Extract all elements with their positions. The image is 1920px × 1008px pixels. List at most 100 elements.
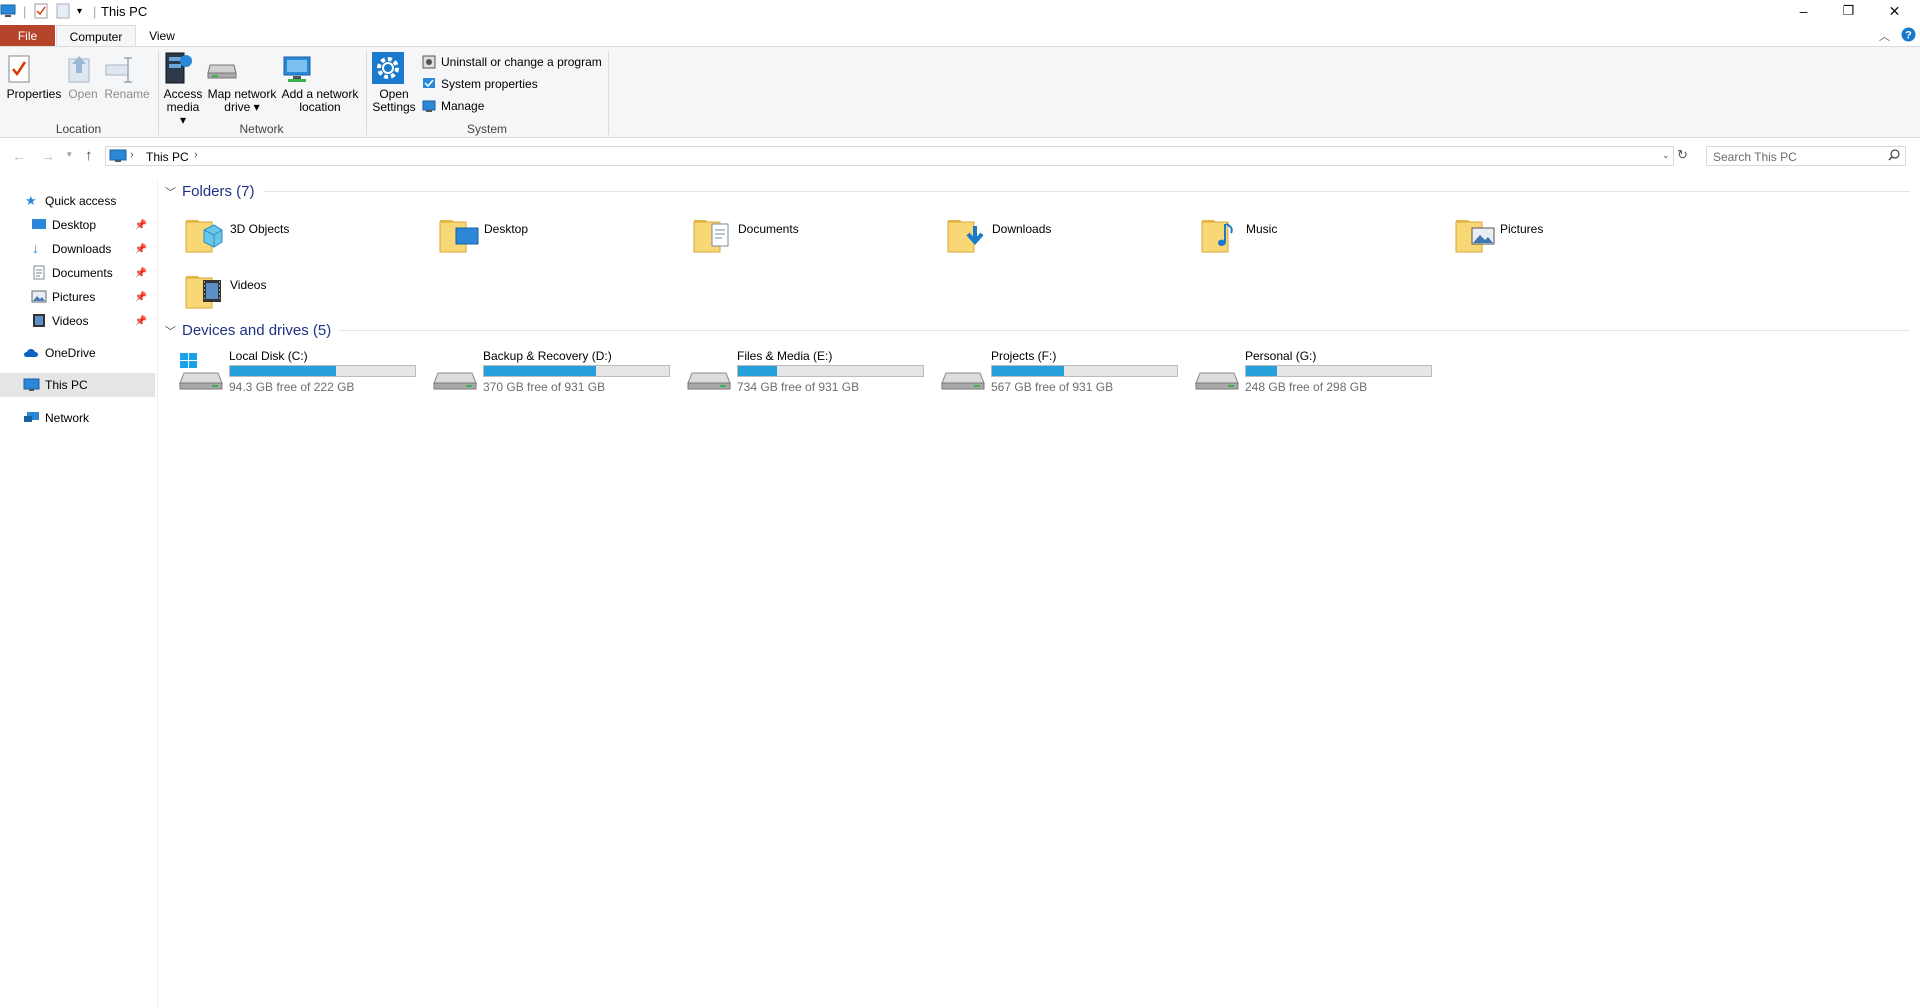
address-bar[interactable]: › This PC › ⌄ [105, 146, 1674, 166]
folder-item[interactable]: Music [1198, 210, 1438, 262]
nav-downloads[interactable]: ↓ Downloads 📌 [0, 237, 155, 261]
access-media-button[interactable]: Access media ▾ [162, 51, 204, 127]
desktop-folder-icon [436, 212, 480, 256]
ribbon: Properties Open Rename Location Access m… [0, 46, 1920, 138]
properties-quick-icon[interactable] [34, 3, 48, 19]
this-pc-app-icon [0, 3, 16, 19]
up-arrow-icon[interactable]: ↑ [85, 147, 93, 164]
folder-item[interactable]: Desktop [436, 210, 676, 262]
add-network-location-icon [281, 51, 359, 85]
3d-objects-folder-icon [182, 212, 226, 256]
collapse-chevron-icon[interactable]: ﹀ [165, 184, 176, 200]
restore-button[interactable]: ❐ [1826, 0, 1871, 22]
breadcrumb-chevron-icon[interactable]: › [130, 149, 134, 161]
uninstall-program-button[interactable]: Uninstall or change a program [422, 55, 602, 69]
search-input[interactable]: Search This PC [1706, 146, 1906, 166]
toolbar-separator: | [93, 3, 97, 19]
rename-button[interactable]: Rename [104, 53, 150, 101]
pin-icon[interactable]: 📌 [135, 220, 147, 231]
folder-label: Documents [738, 222, 799, 236]
close-button[interactable]: ✕ [1872, 0, 1917, 22]
videos-icon [32, 313, 46, 328]
hard-drive-icon [432, 351, 478, 393]
folder-label: Music [1246, 222, 1278, 236]
new-folder-quick-icon[interactable] [56, 3, 70, 19]
folder-item[interactable]: Videos [182, 266, 422, 318]
manage-button[interactable]: Manage [422, 99, 484, 113]
recent-locations-icon[interactable]: ▾ [67, 149, 72, 160]
help-icon[interactable]: ? [1901, 27, 1916, 42]
breadcrumb-this-pc[interactable]: This PC [146, 150, 189, 164]
star-icon: ★ [25, 193, 37, 208]
folders-section-header[interactable]: ﹀ Folders (7) [165, 183, 1910, 200]
drive-item[interactable]: Projects (F:) 567 GB free of 931 GB [940, 347, 1190, 397]
open-button[interactable]: Open [66, 53, 100, 101]
network-drive-icon [206, 51, 278, 85]
drives-section-header[interactable]: ﹀ Devices and drives (5) [165, 322, 1910, 339]
collapse-chevron-icon[interactable]: ﹀ [165, 323, 176, 339]
folder-label: Pictures [1500, 222, 1544, 236]
drive-usage-bar [483, 365, 670, 377]
window-title: This PC [101, 4, 148, 19]
properties-button[interactable]: Properties [6, 53, 62, 101]
address-history-dropdown-icon[interactable]: ⌄ [1662, 150, 1670, 161]
drive-free-space: 370 GB free of 931 GB [483, 380, 606, 394]
access-media-icon [162, 51, 204, 85]
pin-icon[interactable]: 📌 [135, 292, 147, 303]
map-network-drive-button[interactable]: Map network drive ▾ [206, 51, 278, 114]
folder-label: Downloads [992, 222, 1052, 236]
drive-usage-fill [738, 366, 778, 376]
settings-gear-icon [371, 51, 417, 85]
folder-item[interactable]: 3D Objects [182, 210, 422, 262]
nav-videos[interactable]: Videos 📌 [0, 309, 155, 333]
folder-item[interactable]: Pictures [1452, 210, 1692, 262]
drive-usage-fill [1246, 366, 1278, 376]
pin-icon[interactable]: 📌 [135, 244, 147, 255]
music-folder-icon [1198, 212, 1242, 256]
drive-name: Personal (G:) [1245, 349, 1317, 363]
nav-documents[interactable]: Documents 📌 [0, 261, 155, 285]
tab-view[interactable]: View [140, 25, 184, 46]
refresh-icon[interactable]: ↻ [1677, 147, 1688, 163]
drive-item[interactable]: Files & Media (E:) 734 GB free of 931 GB [686, 347, 936, 397]
search-icon[interactable] [1888, 149, 1900, 161]
pictures-icon [31, 290, 47, 303]
pin-icon[interactable]: 📌 [135, 268, 147, 279]
breadcrumb-chevron-icon[interactable]: › [194, 149, 198, 161]
nav-quick-access[interactable]: ★ Quick access [0, 189, 155, 213]
minimize-button[interactable]: – [1781, 0, 1826, 22]
nav-desktop[interactable]: Desktop 📌 [0, 213, 155, 237]
nav-onedrive[interactable]: OneDrive [0, 341, 155, 365]
open-settings-button[interactable]: Open Settings [371, 51, 417, 114]
drive-usage-bar [1245, 365, 1432, 377]
nav-network[interactable]: Network [0, 406, 155, 430]
dropdown-arrow-icon: ▾ [253, 100, 260, 114]
drive-item[interactable]: Personal (G:) 248 GB free of 298 GB [1194, 347, 1444, 397]
nav-pictures[interactable]: Pictures 📌 [0, 285, 155, 309]
drive-usage-bar [737, 365, 924, 377]
documents-folder-icon [690, 212, 734, 256]
customize-quick-access-icon[interactable]: ▾ [77, 3, 82, 19]
back-arrow-icon[interactable]: ← [12, 148, 26, 164]
drive-item[interactable]: Local Disk (C:) 94.3 GB free of 222 GB [178, 347, 428, 397]
network-group-label: Network [239, 122, 284, 136]
onedrive-cloud-icon [23, 347, 40, 358]
this-pc-icon [109, 149, 127, 163]
system-properties-icon [422, 77, 436, 91]
nav-this-pc[interactable]: This PC [0, 373, 155, 397]
add-network-location-button[interactable]: Add a network location [281, 51, 359, 114]
drives-header-label: Devices and drives (5) [182, 322, 332, 339]
collapse-ribbon-icon[interactable]: ︿ [1879, 28, 1890, 44]
system-properties-button[interactable]: System properties [422, 77, 538, 91]
tab-computer[interactable]: Computer [56, 25, 136, 47]
pin-icon[interactable]: 📌 [135, 316, 147, 327]
folder-item[interactable]: Documents [690, 210, 930, 262]
rename-icon [104, 53, 150, 85]
group-separator [608, 51, 609, 135]
drive-item[interactable]: Backup & Recovery (D:) 370 GB free of 931… [432, 347, 682, 397]
forward-arrow-icon[interactable]: → [41, 148, 55, 164]
tab-file[interactable]: File [0, 25, 55, 46]
folder-item[interactable]: Downloads [944, 210, 1184, 262]
title-bar: | ▾ | This PC – ❐ ✕ [0, 0, 1920, 24]
folder-label: 3D Objects [230, 222, 290, 236]
